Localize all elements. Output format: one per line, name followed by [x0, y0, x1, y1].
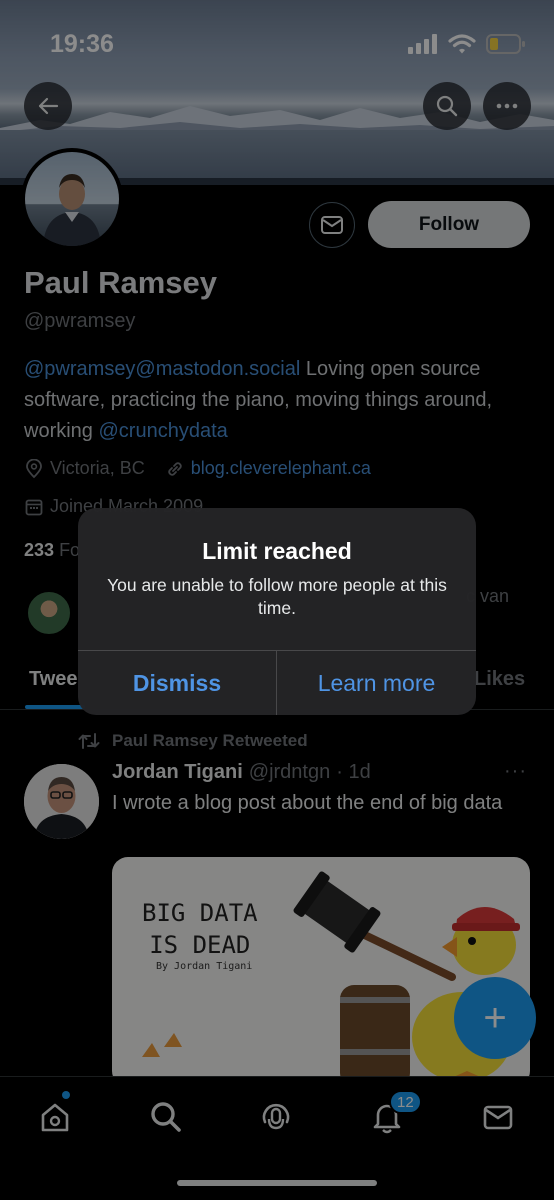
limit-reached-alert: Limit reached You are unable to follow m… [78, 508, 476, 715]
alert-message: You are unable to follow more people at … [107, 575, 447, 618]
dismiss-button[interactable]: Dismiss [78, 651, 276, 715]
alert-title: Limit reached [202, 538, 352, 564]
learn-more-button[interactable]: Learn more [277, 651, 476, 715]
